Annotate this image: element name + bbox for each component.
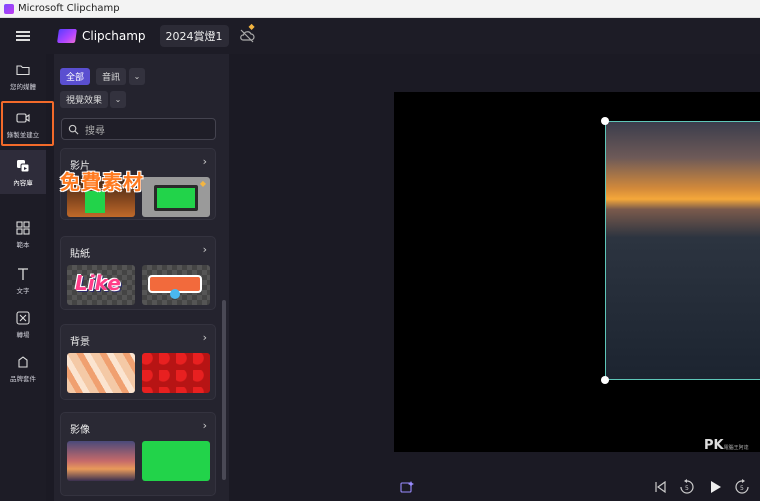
templates-icon bbox=[16, 220, 30, 235]
watermark: PK電腦王阿達 bbox=[704, 438, 749, 453]
transitions-icon bbox=[16, 310, 30, 325]
background-thumbnail[interactable] bbox=[67, 353, 135, 393]
resize-handle[interactable] bbox=[601, 376, 609, 384]
premium-gem-icon: ◆ bbox=[248, 22, 255, 31]
section-backgrounds[interactable]: 背景 › bbox=[60, 324, 216, 400]
sticker-thumbnail-like[interactable]: Like bbox=[67, 265, 135, 305]
clipchamp-app-icon bbox=[4, 3, 14, 14]
chevron-right-icon[interactable]: › bbox=[203, 331, 207, 344]
rail-item-text[interactable]: 文字 bbox=[0, 258, 46, 302]
chevron-down-icon[interactable]: ⌄ bbox=[110, 91, 126, 108]
rail-item-brand-kit[interactable]: 品牌套件 bbox=[0, 346, 46, 390]
rail-item-transitions[interactable]: 轉場 bbox=[0, 302, 46, 346]
preview-canvas[interactable]: PK電腦王阿達 bbox=[394, 92, 760, 453]
rail-item-label: 轉場 bbox=[16, 330, 30, 339]
library-highlight-box bbox=[1, 101, 54, 146]
search-icon bbox=[68, 124, 79, 134]
clipchamp-logo bbox=[57, 29, 77, 43]
rail-item-label: 範本 bbox=[16, 240, 30, 249]
chevron-right-icon[interactable]: › bbox=[203, 419, 207, 432]
chevron-down-icon[interactable]: ⌄ bbox=[129, 68, 145, 85]
filter-visual-chip[interactable]: 視覺效果 bbox=[60, 91, 109, 108]
sticker-thumbnail[interactable] bbox=[142, 265, 210, 305]
rail-item-label: 內容庫 bbox=[13, 178, 33, 187]
text-icon bbox=[18, 267, 28, 280]
filter-all-chip[interactable]: 全部 bbox=[60, 68, 91, 85]
rail-item-your-media[interactable]: 您的媒體 bbox=[0, 54, 46, 98]
forward-5s-icon[interactable]: 5 bbox=[734, 479, 750, 495]
section-title: 影像 bbox=[70, 425, 90, 436]
premium-gem-icon: ◆ bbox=[199, 179, 206, 188]
resize-handle[interactable] bbox=[601, 117, 609, 125]
project-name-field[interactable]: 2024賞燈1 bbox=[159, 25, 229, 47]
chevron-right-icon[interactable]: › bbox=[203, 155, 207, 168]
panel-scrollbar[interactable] bbox=[222, 300, 226, 480]
image-thumbnail-green[interactable] bbox=[142, 441, 210, 481]
menu-icon[interactable] bbox=[0, 18, 46, 54]
search-placeholder: 搜尋 bbox=[85, 125, 105, 137]
rail-item-content-library[interactable]: 內容庫 bbox=[0, 150, 46, 194]
magic-sparkle-icon[interactable] bbox=[399, 479, 415, 495]
rail-item-label: 您的媒體 bbox=[10, 82, 36, 91]
playback-controls: 5 5 bbox=[229, 479, 760, 501]
rail-item-label: 文字 bbox=[16, 286, 30, 295]
section-title: 背景 bbox=[70, 337, 90, 348]
content-library-panel: 全部 音訊 ⌄ 視覺效果 ⌄ 搜尋 影片 › ◆ 貼紙 › Like 背景 › … bbox=[54, 54, 229, 501]
search-input[interactable]: 搜尋 bbox=[61, 118, 216, 140]
preview-stage: PK電腦王阿達 5 5 bbox=[229, 54, 760, 501]
svg-text:5: 5 bbox=[740, 485, 744, 492]
section-title: 貼紙 bbox=[70, 249, 90, 260]
cloud-sync-off-icon[interactable]: ◆ bbox=[239, 22, 255, 44]
watermark-main: PK bbox=[704, 438, 724, 453]
library-icon bbox=[17, 159, 30, 172]
play-icon[interactable] bbox=[707, 479, 723, 495]
folder-icon bbox=[16, 64, 30, 75]
video-thumbnail[interactable]: ◆ bbox=[142, 177, 210, 217]
section-images[interactable]: 影像 › bbox=[60, 412, 216, 496]
laptop-frame bbox=[154, 185, 198, 211]
window-titlebar: Microsoft Clipchamp bbox=[0, 0, 760, 18]
watermark-sub: 電腦王阿達 bbox=[723, 445, 749, 451]
image-thumbnail[interactable] bbox=[67, 441, 135, 481]
brand-kit-icon bbox=[18, 355, 28, 368]
green-screen-patch bbox=[157, 188, 195, 208]
sticker-like-text: Like bbox=[75, 271, 121, 295]
rewind-5s-icon[interactable]: 5 bbox=[679, 479, 695, 495]
chevron-right-icon[interactable]: › bbox=[203, 243, 207, 256]
background-thumbnail-hearts[interactable] bbox=[142, 353, 210, 393]
video-clip-preview[interactable] bbox=[605, 121, 760, 380]
svg-text:5: 5 bbox=[685, 485, 689, 492]
section-stickers[interactable]: 貼紙 › Like bbox=[60, 236, 216, 310]
rail-item-label: 品牌套件 bbox=[10, 374, 36, 383]
free-assets-callout: 免費素材 bbox=[60, 170, 144, 194]
rail-item-templates[interactable]: 範本 bbox=[0, 212, 46, 256]
filter-audio-chip[interactable]: 音訊 bbox=[96, 68, 127, 85]
brand-name: Clipchamp bbox=[82, 29, 146, 43]
app-bar: Clipchamp 2024賞燈1 ◆ bbox=[0, 18, 760, 54]
window-title: Microsoft Clipchamp bbox=[18, 3, 120, 14]
skip-back-icon[interactable] bbox=[652, 479, 668, 495]
sticker-dot bbox=[170, 289, 180, 299]
